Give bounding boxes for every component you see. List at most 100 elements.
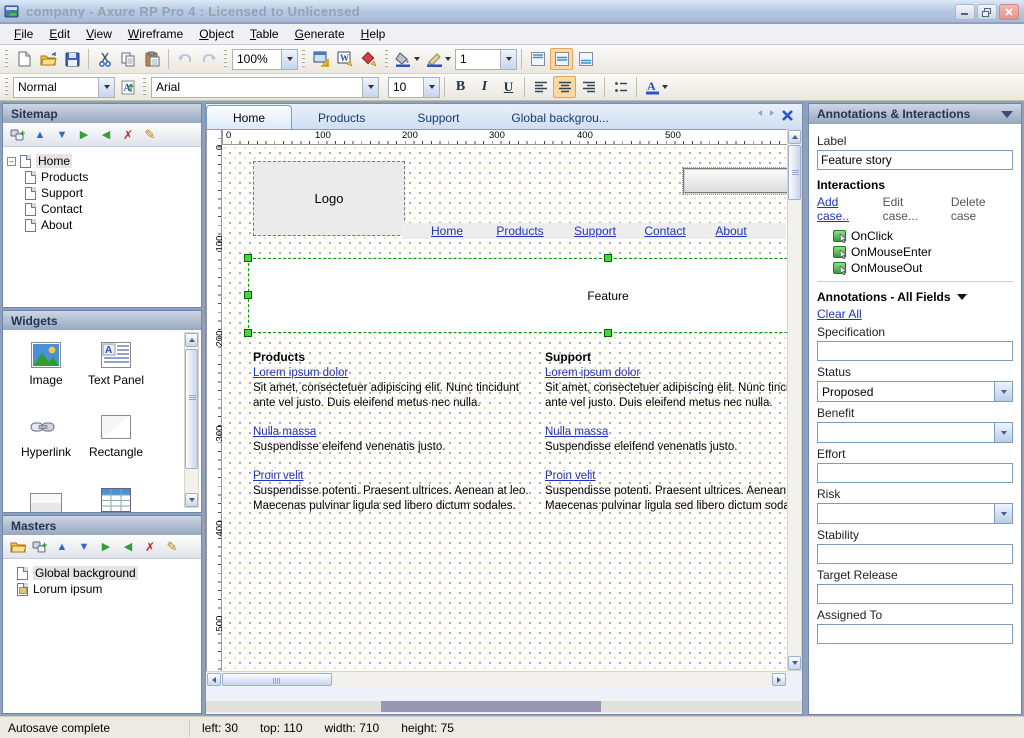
cut-button[interactable] [93,48,116,70]
event-onclick[interactable]: OnClick [833,229,1013,243]
nav-link-home[interactable]: Home [431,224,463,238]
chevron-down-icon[interactable] [500,50,516,69]
feature-widget-selected[interactable]: Feature [248,258,787,333]
sitemap-item-about[interactable]: About [7,217,197,233]
align-right-button[interactable] [577,76,600,98]
generate-import-button[interactable] [358,48,381,70]
open-button[interactable] [37,48,60,70]
chevron-down-icon[interactable] [994,382,1012,401]
sitemap-item-home[interactable]: – Home [7,153,197,169]
toolbar-grip[interactable] [4,49,10,69]
menu-view[interactable]: View [78,25,120,43]
scroll-up-button[interactable] [185,333,198,347]
fill-color-button[interactable] [393,48,423,70]
nav-link-support[interactable]: Support [574,224,616,238]
font-color-button[interactable]: A [641,76,673,98]
logo-placeholder[interactable]: Logo [253,161,405,236]
save-button[interactable] [61,48,84,70]
edit-case-link[interactable]: Edit case... [883,195,941,223]
clear-all-link[interactable]: Clear All [817,307,862,321]
nav-link-products[interactable]: Products [496,224,543,238]
tab-scroll-right-icon[interactable] [770,110,774,116]
chevron-down-icon[interactable] [423,78,439,97]
move-up-button[interactable]: ▲ [53,538,71,556]
pane-scrollbar[interactable] [206,701,802,712]
bullet-list-button[interactable] [609,76,632,98]
delete-page-button[interactable]: ✗ [119,126,137,144]
copy-button[interactable] [117,48,140,70]
generate-html-button[interactable] [310,48,333,70]
add-case-link[interactable]: Add case.. [817,195,873,223]
nav-link-contact[interactable]: Contact [644,224,685,238]
new-folder-button[interactable] [9,538,27,556]
valign-middle-button[interactable] [550,48,573,70]
tab-products[interactable]: Products [292,107,391,129]
menu-table[interactable]: Table [242,25,287,43]
stability-input[interactable] [817,544,1013,564]
new-button[interactable] [13,48,36,70]
effort-input[interactable] [817,463,1013,483]
font-combobox[interactable]: Arial [151,77,379,98]
event-onmouseout[interactable]: OnMouseOut [833,261,1013,275]
chevron-down-icon[interactable] [98,78,114,97]
minimize-button[interactable] [955,4,975,20]
specification-input[interactable] [817,341,1013,361]
scroll-down-button[interactable] [788,656,801,670]
collapse-icon[interactable]: – [7,157,16,166]
menu-help[interactable]: Help [353,25,394,43]
chevron-down-icon[interactable] [994,423,1012,442]
close-tab-button[interactable] [781,109,794,125]
scroll-left-button[interactable] [207,673,221,686]
menu-file[interactable]: File [6,25,41,43]
scrollbar-thumb[interactable] [381,701,601,712]
restore-button[interactable] [977,4,997,20]
nav-link-about[interactable]: About [715,224,746,238]
toolbar-grip[interactable] [301,49,307,69]
support-column[interactable]: Support Lorem ipsum dolor Sit amet, cons… [545,350,787,528]
paste-button[interactable] [141,48,164,70]
font-size-combobox[interactable]: 10 [388,77,440,98]
indent-button[interactable]: ▶ [97,538,115,556]
chevron-down-icon[interactable] [994,504,1012,523]
italic-button[interactable]: I [473,76,496,98]
valign-bottom-button[interactable] [574,48,597,70]
wireframe-link[interactable]: Lorem ipsum dolor [253,366,348,381]
benefit-select[interactable] [817,422,1013,443]
bold-button[interactable]: B [449,76,472,98]
wireframe-link[interactable]: Proin velit [545,469,596,484]
rename-master-button[interactable]: ✎ [163,538,181,556]
label-input[interactable] [817,150,1013,170]
rename-page-button[interactable]: ✎ [141,126,159,144]
scrollbar-thumb[interactable] [185,349,198,469]
chevron-down-icon[interactable] [281,50,297,69]
move-down-button[interactable]: ▼ [75,538,93,556]
move-up-button[interactable]: ▲ [31,126,49,144]
selection-handle[interactable] [244,291,252,299]
wireframe-link[interactable]: Nulla massa [545,425,608,440]
widgets-scrollbar[interactable] [184,332,199,508]
toolbar-grip[interactable] [223,49,229,69]
menu-object[interactable]: Object [191,25,242,43]
add-page-button[interactable]: + [9,126,27,144]
line-color-button[interactable] [424,48,454,70]
wireframe-link[interactable]: Nulla massa [253,425,316,440]
search-field-placeholder[interactable] [683,168,787,194]
underline-button[interactable]: U [497,76,520,98]
master-item-global-background[interactable]: Global background [7,565,197,581]
widget-image[interactable]: Image [11,340,81,387]
selection-handle[interactable] [244,254,252,262]
line-width-combobox[interactable]: 1 [455,49,517,70]
outdent-button[interactable]: ◀ [119,538,137,556]
sitemap-item-contact[interactable]: Contact [7,201,197,217]
panel-collapse-icon[interactable] [1001,111,1013,118]
chevron-down-icon[interactable] [660,85,669,89]
scrollbar-thumb[interactable] [788,145,801,200]
scrollbar-thumb[interactable] [222,673,332,686]
edit-styles-button[interactable]: A [116,76,139,98]
wireframe-link[interactable]: Proin velit [253,469,304,484]
selection-handle[interactable] [604,254,612,262]
all-fields-title[interactable]: Annotations - All Fields [817,290,1013,304]
canvas-vertical-scrollbar[interactable] [787,129,802,671]
delete-case-link[interactable]: Delete case [951,195,1013,223]
tab-scroll-left-icon[interactable] [758,110,762,116]
